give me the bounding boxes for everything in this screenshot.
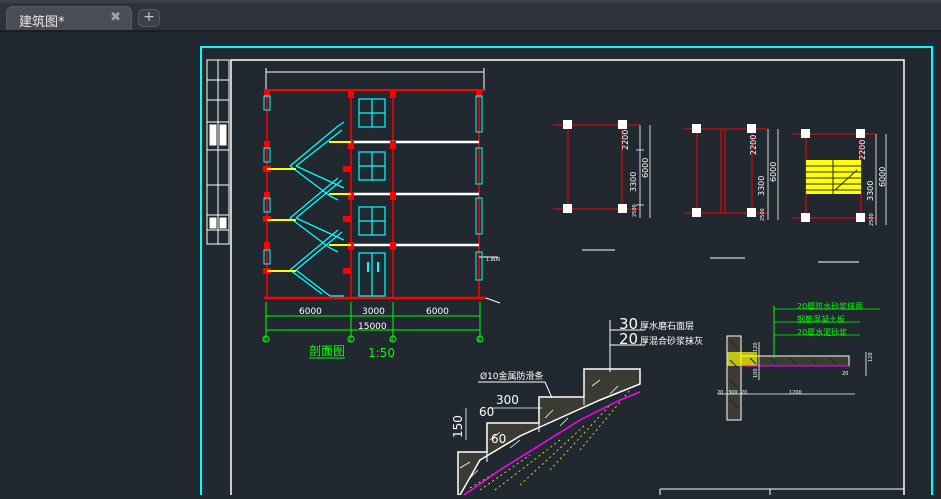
landing-dim-120b: 120 xyxy=(868,352,874,362)
landing-note-1: 20厚防水砂浆抹面 xyxy=(797,301,863,311)
drawing-canvas[interactable]: 1.800 6000 3000 6000 15000 ① ② ③ ④ 剖面图 1… xyxy=(0,32,941,499)
note2-text: 厚混合砂浆抹灰 xyxy=(640,335,703,347)
landing-dim-120a: 120 xyxy=(753,342,759,352)
landing-dim-20c: 20 xyxy=(842,371,848,377)
axis-1: ① xyxy=(262,337,267,344)
dim-total: 15000 xyxy=(358,322,387,332)
landing-dim-20a: 20 xyxy=(717,390,723,396)
tab-label: 建筑图* xyxy=(19,15,65,30)
axis-4: ④ xyxy=(476,337,481,344)
nosing1-dim: 60 xyxy=(479,405,494,419)
plan-1: 2200 3300 6000 2500 xyxy=(553,120,651,251)
new-tab-button[interactable]: + xyxy=(138,9,160,27)
plan2-dim-2200: 2200 xyxy=(749,135,758,155)
note2-num: 20 xyxy=(619,330,638,348)
plan3-dim-2500: 2500 xyxy=(869,213,875,226)
landing-note-3: 20厚水泥砂浆 xyxy=(797,327,847,337)
rod-note: Ø10金属防滑条 xyxy=(480,370,544,382)
nosing2-dim: 60 xyxy=(491,432,506,446)
drawing-svg: 1.800 6000 3000 6000 15000 ① ② ③ ④ 剖面图 1… xyxy=(200,46,933,499)
document-tab-bar: 建筑图* ✖ + xyxy=(0,0,941,32)
dim-bottom-2: 3000 xyxy=(362,307,385,317)
note1-text: 厚水磨石面层 xyxy=(640,320,694,332)
plan3-dim-3300: 3300 xyxy=(866,181,875,201)
side-level-label: 1.800 xyxy=(486,257,500,263)
title-block xyxy=(659,488,904,499)
stair-detail: 30 厚水磨石面层 20 厚混合砂浆抹灰 Ø10金属防滑条 300 60 60 … xyxy=(451,315,703,496)
plan1-dim-2200: 2200 xyxy=(621,130,630,150)
landing-dim-300: 300 xyxy=(728,390,738,396)
plan1-dim-2500: 2500 xyxy=(632,204,638,217)
tread-dim: 300 xyxy=(496,393,519,407)
plan1-dim-6000: 6000 xyxy=(641,158,650,178)
tab-building-drawing[interactable]: 建筑图* ✖ xyxy=(6,6,132,30)
plan3-dim-2200: 2200 xyxy=(858,140,867,160)
dim-bottom-1: 6000 xyxy=(299,307,322,317)
plan3-dim-6000: 6000 xyxy=(878,167,887,187)
landing-dim-100: 100 xyxy=(753,368,759,378)
plan2-dim-2500: 2500 xyxy=(760,208,766,221)
axis-3: ③ xyxy=(389,337,394,344)
dim-bottom-3: 6000 xyxy=(426,307,449,317)
landing-detail: 20厚防水砂浆抹面 钢筋混凝土板 20厚水泥砂浆 20 300 20 1200 … xyxy=(717,301,880,421)
plan-3: 2200 3300 6000 2500 xyxy=(792,129,887,263)
landing-dim-20b: 20 xyxy=(741,390,747,396)
section-scale: 1:50 xyxy=(368,346,395,360)
axis-2: ② xyxy=(347,337,353,344)
binding-strip xyxy=(206,59,230,245)
plan2-dim-3300: 3300 xyxy=(757,176,766,196)
section-drawing: 1.800 6000 3000 6000 15000 ① ② ③ ④ 剖面图 1… xyxy=(262,68,500,360)
plan1-dim-3300: 3300 xyxy=(629,172,638,192)
landing-note-2: 钢筋混凝土板 xyxy=(797,314,845,324)
riser-dim: 150 xyxy=(451,415,465,438)
close-icon[interactable]: ✖ xyxy=(110,10,121,25)
section-title: 剖面图 xyxy=(309,344,345,358)
plan2-dim-6000: 6000 xyxy=(769,162,778,182)
landing-dim-1200: 1200 xyxy=(789,390,802,396)
plan-2: 2200 3300 6000 2500 xyxy=(683,124,779,259)
tab-bar-top-edge xyxy=(0,0,941,3)
